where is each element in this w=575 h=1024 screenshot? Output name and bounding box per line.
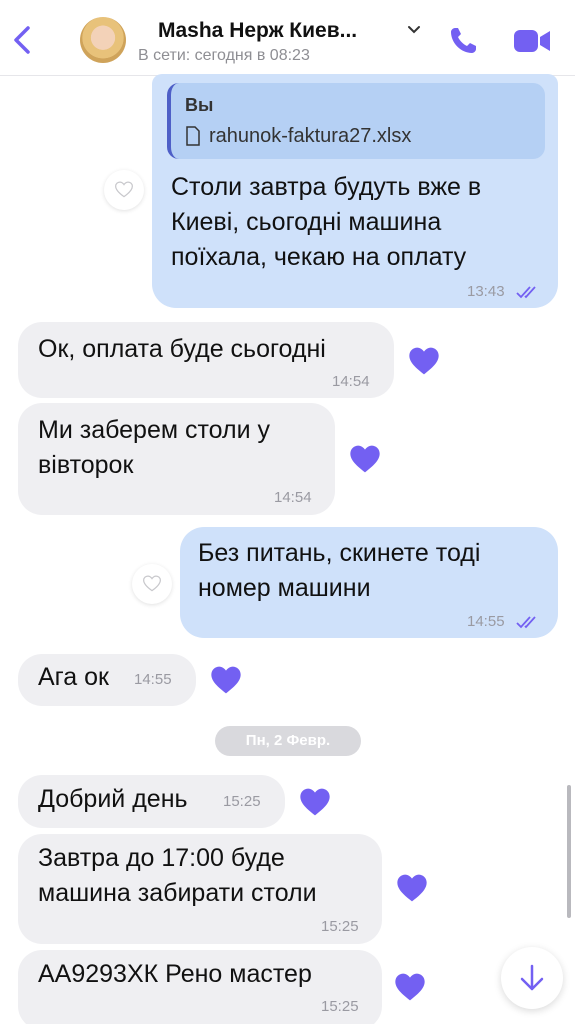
message-text: Без питань, скинете тоді — [198, 539, 481, 567]
read-checkmarks-icon — [516, 286, 536, 299]
message-text: АА9293ХК Рено мастер — [38, 960, 312, 988]
back-arrow-icon[interactable] — [8, 22, 36, 58]
heart-outline-icon — [115, 181, 133, 198]
reply-quote[interactable]: Вы rahunok-faktura27.xlsx — [167, 83, 545, 159]
message-text: номер машини — [198, 574, 371, 602]
message-time: 15:25 — [223, 793, 261, 810]
chevron-down-icon[interactable] — [407, 25, 421, 35]
heart-liked-icon[interactable] — [299, 787, 331, 817]
message-text: поїхала, чекаю на оплату — [171, 243, 467, 271]
like-button[interactable] — [132, 564, 172, 604]
message-time: 15:25 — [321, 918, 359, 935]
message-time: 14:54 — [332, 373, 370, 390]
reply-file-name[interactable]: rahunok-faktura27.xlsx — [209, 125, 411, 148]
arrow-down-icon — [520, 964, 544, 991]
reply-author: Вы — [185, 95, 214, 115]
heart-liked-icon[interactable] — [396, 873, 428, 903]
read-checkmarks-icon — [516, 616, 536, 629]
chat-header: Masha Нерж Киев... В сети: сегодня в 08:… — [0, 0, 575, 76]
like-button[interactable] — [104, 170, 144, 210]
phone-call-icon[interactable] — [447, 25, 479, 57]
message-time: 14:55 — [134, 671, 172, 688]
message-text: Ок, оплата буде сьогодні — [38, 335, 326, 363]
scrollbar[interactable] — [567, 785, 571, 918]
message-time: 14:55 — [467, 613, 505, 630]
message-text: Ага ок — [38, 663, 109, 691]
heart-outline-icon — [143, 575, 161, 592]
contact-avatar[interactable] — [80, 17, 126, 63]
message-time: 13:43 — [467, 283, 505, 300]
heart-liked-icon[interactable] — [408, 346, 440, 376]
message-time: 15:25 — [321, 998, 359, 1015]
message-text: Киеві, сьогодні машина — [171, 208, 442, 236]
date-separator: Пн, 2 Февр. — [215, 726, 361, 756]
message-text: Ми заберем столи у — [38, 416, 271, 444]
message-text: Столи завтра будуть вже в — [171, 173, 482, 201]
heart-liked-icon[interactable] — [349, 444, 381, 474]
message-time: 14:54 — [274, 489, 312, 506]
message-text: Завтра до 17:00 буде — [38, 844, 285, 872]
heart-liked-icon[interactable] — [394, 972, 426, 1002]
last-seen-status: В сети: сегодня в 08:23 — [138, 47, 310, 64]
video-call-icon[interactable] — [513, 28, 551, 54]
file-icon — [186, 126, 200, 146]
scroll-to-bottom-button[interactable] — [501, 947, 563, 1009]
heart-liked-icon[interactable] — [210, 665, 242, 695]
contact-name[interactable]: Masha Нерж Киев... — [158, 19, 357, 43]
message-text: Добрий день — [38, 785, 188, 813]
message-text: машина забирати столи — [38, 879, 317, 907]
message-text: вівторок — [38, 451, 134, 479]
